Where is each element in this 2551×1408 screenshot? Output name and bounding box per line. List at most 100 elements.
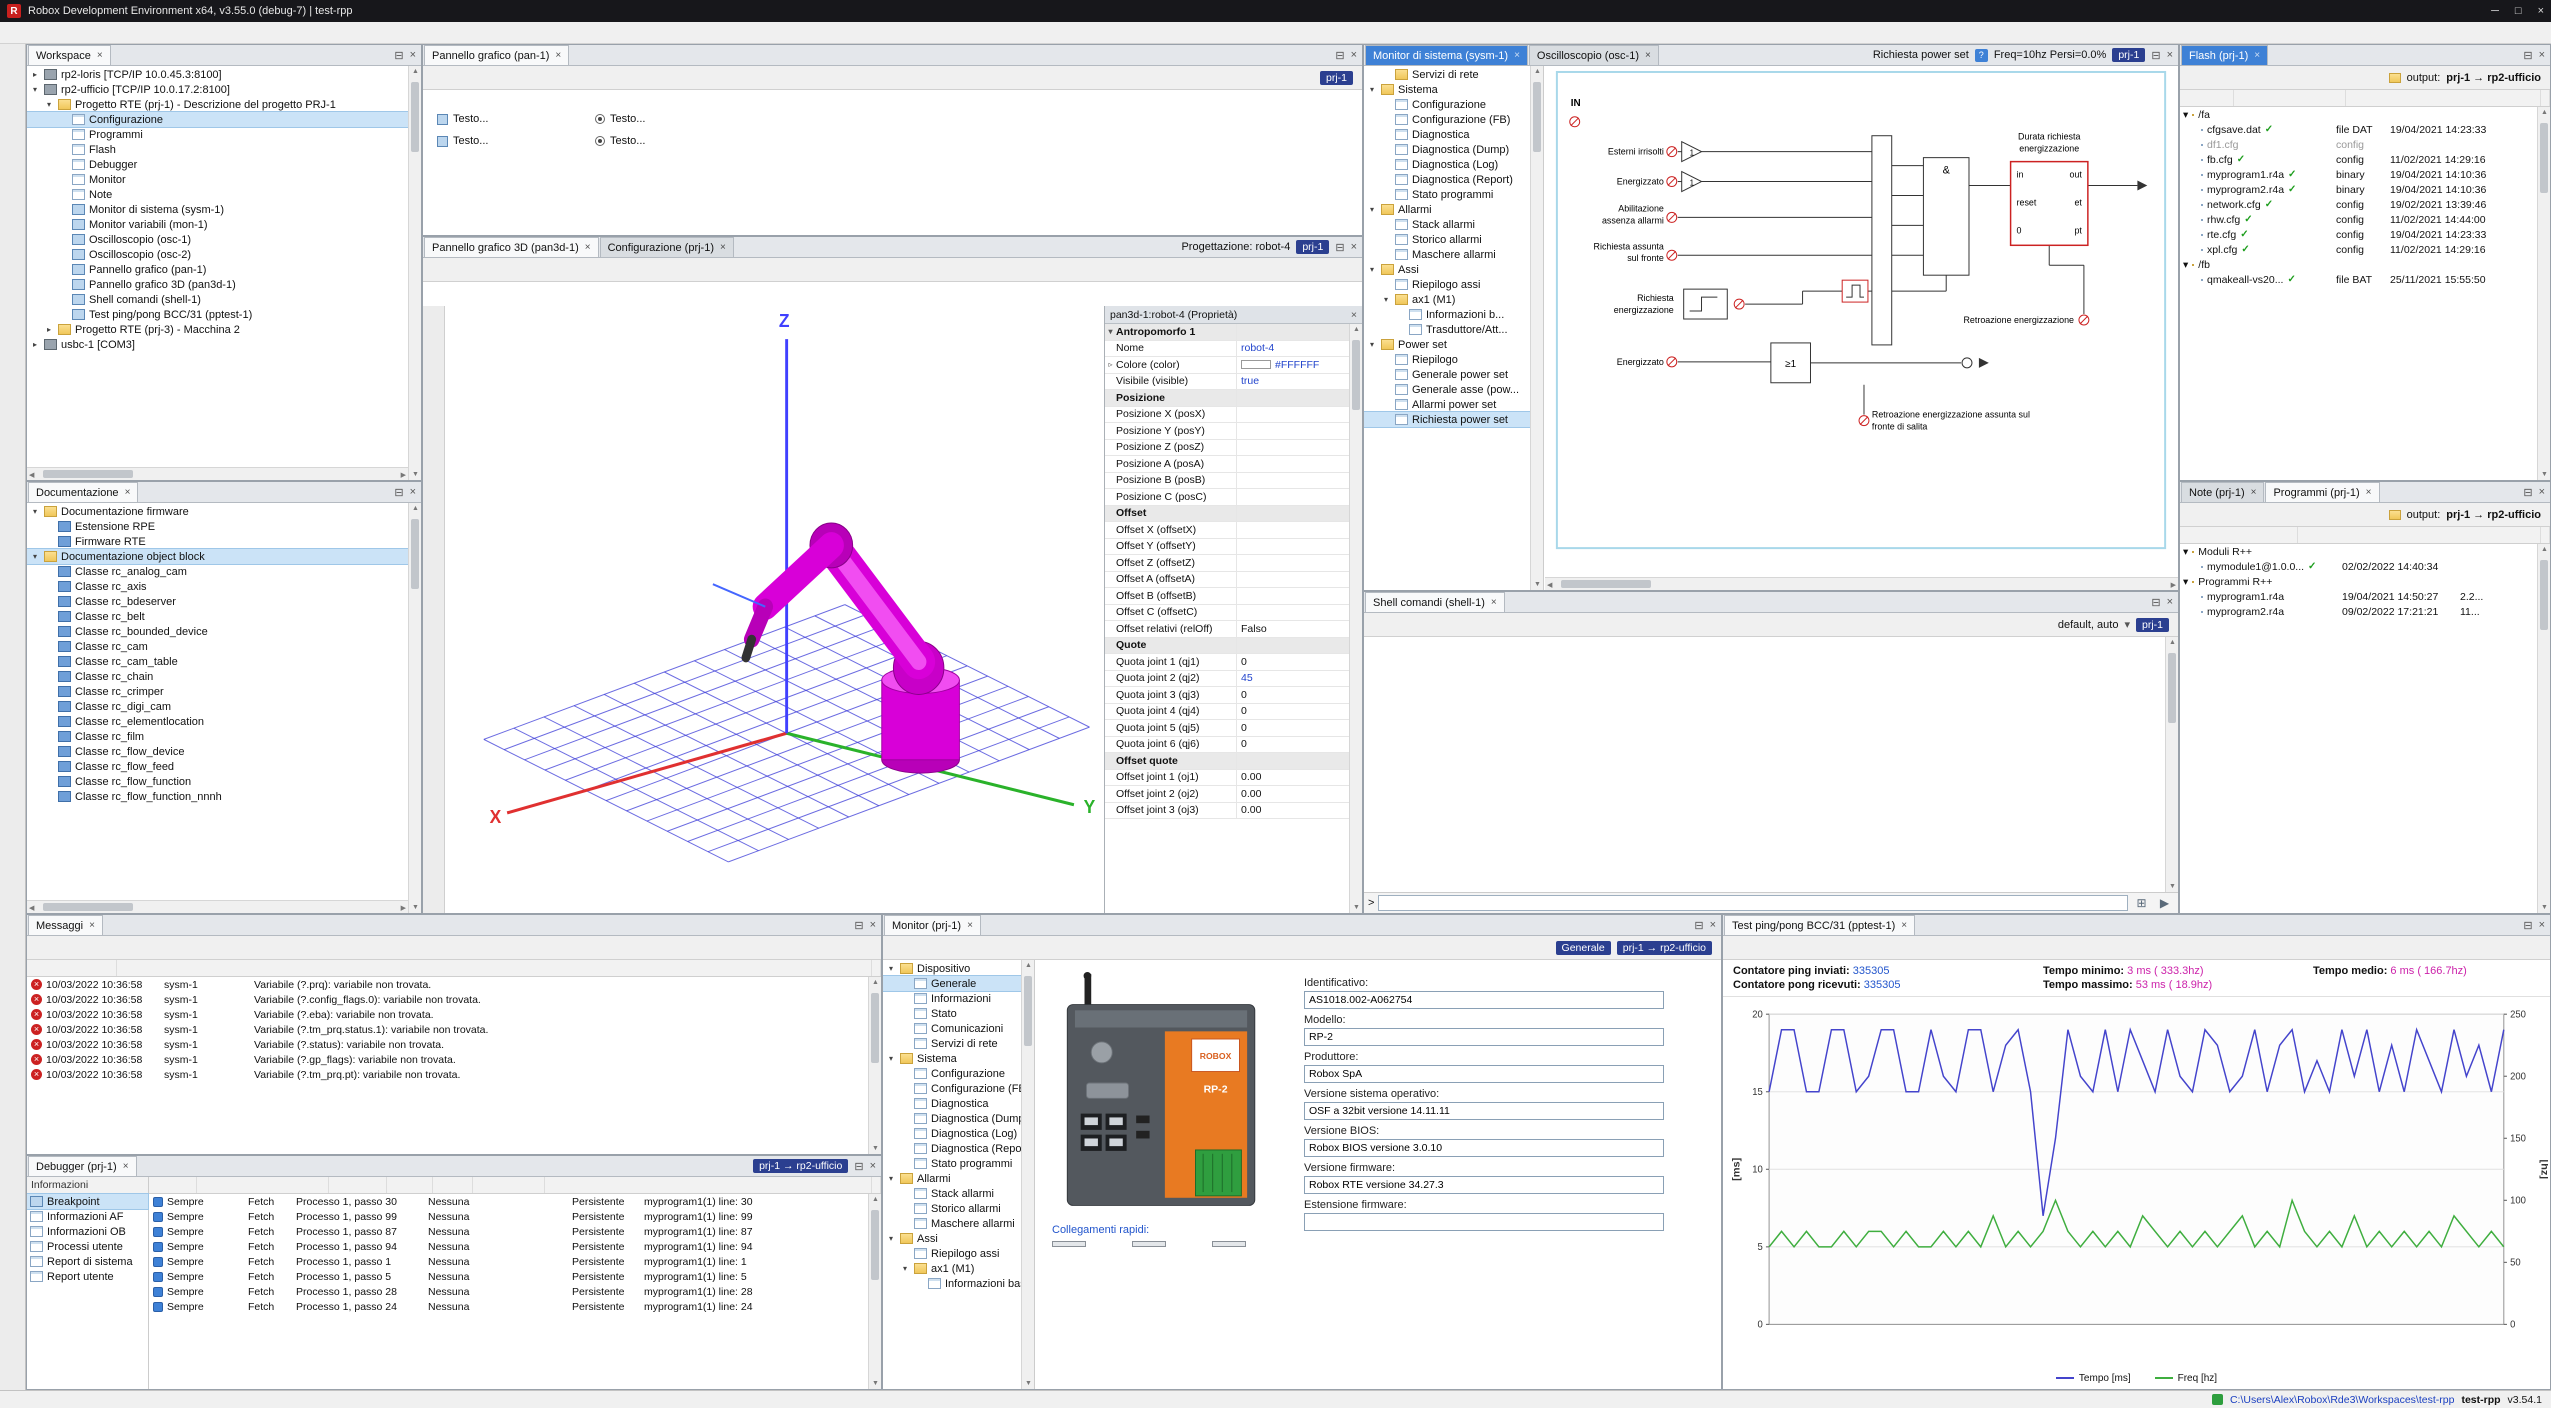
Moduli R++[interactable]: ▾Moduli R++	[2180, 544, 2537, 559]
expander-icon[interactable]	[1105, 786, 1116, 802]
widget-label[interactable]: Testo...	[453, 135, 488, 147]
tree-item[interactable]: Classe rc_flow_feed	[27, 759, 408, 774]
3d-viewport[interactable]: X Y Z	[445, 282, 1105, 913]
close-icon[interactable]: ×	[1351, 241, 1357, 253]
tab-close-icon[interactable]: ×	[123, 1161, 129, 1172]
tree-item[interactable]: Classe rc_cam	[27, 639, 408, 654]
vertical-scrollbar[interactable]	[1349, 324, 1362, 913]
chevron-down-icon[interactable]: ▾	[2124, 618, 2130, 631]
field-value-input[interactable]	[1304, 1176, 1664, 1194]
keyboard-icon[interactable]: ⊞	[2132, 894, 2151, 913]
menu-item[interactable]	[54, 30, 72, 36]
expander-icon[interactable]	[1105, 456, 1116, 472]
tree-item[interactable]: ▾Sistema	[1364, 82, 1530, 97]
tab-monitor-sistema[interactable]: Oscilloscopio (osc-1)×	[1529, 45, 1659, 65]
new-file-icon[interactable]	[3, 48, 23, 68]
run-icon[interactable]	[448, 68, 467, 87]
shell-command-input[interactable]	[1378, 895, 2128, 911]
menu-item[interactable]	[72, 30, 90, 36]
workspace-path[interactable]: C:\Users\Alex\Robox\Rde3\Workspaces\test…	[2230, 1394, 2454, 1406]
breakpoint-icon[interactable]	[153, 1242, 163, 1252]
tree-item[interactable]: Classe rc_axis	[27, 579, 408, 594]
float-icon[interactable]: ⊟	[1335, 49, 1344, 62]
grid-icon[interactable]	[1410, 615, 1429, 634]
property-value[interactable]: 0	[1241, 689, 1247, 701]
property-row[interactable]: Posizione	[1105, 390, 1349, 407]
close-icon[interactable]: ×	[1351, 49, 1357, 61]
column-header[interactable]	[387, 1177, 433, 1193]
top-view-icon[interactable]	[425, 398, 443, 416]
forward-icon[interactable]	[908, 938, 927, 957]
tree-item[interactable]: Diagnostica (Report)	[883, 1141, 1021, 1156]
monitor-system-icon[interactable]	[3, 158, 23, 178]
tree-item[interactable]: Diagnostica	[883, 1096, 1021, 1111]
expander-icon[interactable]	[1105, 687, 1116, 703]
column-header[interactable]	[197, 1177, 329, 1193]
oscilloscope-icon[interactable]	[3, 202, 23, 222]
mymodule1@1.0.0...[interactable]: mymodule1@1.0.0...✓ 02/02/2022 14:40:34	[2180, 559, 2537, 574]
orbit-icon[interactable]	[448, 260, 467, 279]
grid-icon[interactable]	[511, 260, 530, 279]
documentation-icon[interactable]	[3, 136, 23, 156]
expander-icon[interactable]	[1105, 638, 1116, 654]
field-value-input[interactable]	[1304, 1213, 1664, 1231]
robot-arm[interactable]	[713, 523, 960, 773]
zoom-out-icon[interactable]	[490, 260, 509, 279]
quick-link-button[interactable]	[1212, 1241, 1246, 1247]
tab-close-icon[interactable]: ×	[1491, 597, 1497, 608]
network.cfg[interactable]: network.cfg✓ config 19/02/2021 13:39:46	[2180, 197, 2537, 212]
tree-item[interactable]: Flash	[27, 142, 408, 157]
tree-item[interactable]: Diagnostica (Report)	[1364, 172, 1530, 187]
/fb[interactable]: ▾/fb	[2180, 257, 2537, 272]
property-row[interactable]: Offset quote	[1105, 753, 1349, 770]
column-header[interactable]	[2298, 527, 2541, 543]
list-icon[interactable]	[1452, 615, 1471, 634]
tree-item[interactable]: ▾Allarmi	[883, 1171, 1021, 1186]
expander-icon[interactable]	[1105, 737, 1116, 753]
property-row[interactable]: Offset joint 1 (oj1) 0.00	[1105, 770, 1349, 787]
doc-icon[interactable]	[1431, 615, 1450, 634]
stop-icon[interactable]	[1368, 615, 1387, 634]
myprogram1.r4a[interactable]: myprogram1.r4a 19/04/2021 14:50:27 2.2..…	[2180, 589, 2537, 604]
select-icon[interactable]	[427, 260, 446, 279]
tree-item[interactable]: ▾Progetto RTE (prj-1) - Descrizione del …	[27, 97, 408, 112]
tree-item[interactable]: Configurazione (FB)	[1364, 112, 1530, 127]
tree-item[interactable]: Programmi	[27, 127, 408, 142]
tree-item[interactable]: Configurazione	[27, 112, 408, 127]
tree-item[interactable]: Test ping/pong BCC/31 (pptest-1)	[27, 307, 408, 322]
float-icon[interactable]: ⊟	[394, 49, 403, 62]
expander-icon[interactable]: ▸	[30, 340, 40, 349]
shell-mode-select[interactable]: default, auto	[2058, 619, 2119, 631]
tab-close-icon[interactable]: ×	[2254, 50, 2260, 61]
doc-icon[interactable]	[427, 68, 446, 87]
tab-close-icon[interactable]: ×	[720, 242, 726, 253]
tree-item[interactable]: Monitor variabili (mon-1)	[27, 217, 408, 232]
close-icon[interactable]: ×	[870, 919, 876, 931]
expander-icon[interactable]: ▸	[44, 325, 54, 334]
flash-icon[interactable]	[3, 378, 23, 398]
tree-item[interactable]: ▾Dispositivo	[883, 961, 1021, 976]
breakpoint-icon[interactable]	[153, 1212, 163, 1222]
column-header[interactable]	[433, 1177, 473, 1193]
tree-item[interactable]: Configurazione	[883, 1066, 1021, 1081]
tab-close-icon[interactable]: ×	[1901, 920, 1907, 931]
property-value[interactable]: 45	[1241, 672, 1253, 684]
tree-item[interactable]: Classe rc_cam_table	[27, 654, 408, 669]
expander-icon[interactable]	[1105, 506, 1116, 522]
property-row[interactable]: Offset	[1105, 506, 1349, 523]
expander-icon[interactable]: ▾	[886, 1054, 896, 1063]
column-header[interactable]	[2180, 527, 2298, 543]
vertical-scrollbar[interactable]	[2165, 637, 2178, 892]
expander-icon[interactable]: ▾	[30, 507, 40, 516]
debugger-icon[interactable]	[3, 334, 23, 354]
tree-item[interactable]: Maschere allarmi	[1364, 247, 1530, 262]
close-icon[interactable]: ×	[410, 49, 416, 61]
quick-link-button[interactable]	[1052, 1241, 1086, 1247]
doc-icon[interactable]	[971, 938, 990, 957]
column-header[interactable]	[2346, 90, 2541, 106]
tab-pannello-3d[interactable]: Pannello grafico 3D (pan3d-1)×	[424, 237, 599, 257]
tree-item[interactable]: Classe rc_digi_cam	[27, 699, 408, 714]
tree-item[interactable]: Diagnostica (Dump)	[883, 1111, 1021, 1126]
tab-close-icon[interactable]: ×	[585, 242, 591, 253]
nav-item[interactable]: Report utente	[27, 1269, 148, 1284]
